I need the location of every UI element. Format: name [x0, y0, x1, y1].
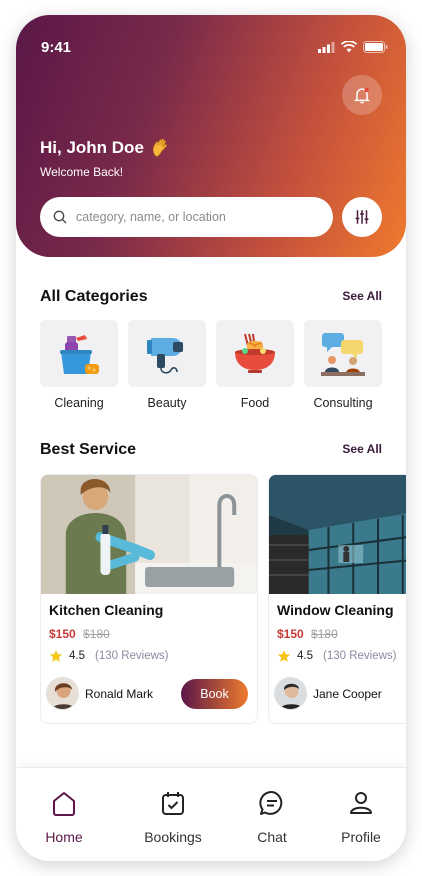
search-icon: [53, 210, 67, 224]
welcome-text: Welcome Back!: [40, 165, 124, 179]
old-price: $180: [83, 627, 110, 641]
best-service-title: Best Service: [40, 441, 137, 458]
category-label: Food: [240, 396, 270, 410]
service-title: Kitchen Cleaning: [49, 602, 164, 618]
provider: Ronald Mark: [46, 677, 153, 710]
filter-button[interactable]: [342, 197, 382, 237]
waving-hand-icon: [152, 138, 167, 157]
category-cleaning[interactable]: Cleaning: [40, 320, 118, 410]
old-price: $180: [311, 627, 338, 641]
cleaning-bucket-icon: [60, 334, 99, 374]
category-label: Beauty: [147, 396, 187, 410]
star-icon: [49, 650, 63, 662]
review-count: (130 Reviews): [95, 650, 169, 662]
search-bar[interactable]: [40, 197, 333, 237]
provider-name: Jane Cooper: [313, 686, 382, 701]
service-price: $150 $180: [277, 627, 338, 641]
nav-chat[interactable]: Chat: [227, 788, 317, 845]
star-icon: [277, 650, 291, 662]
category-food[interactable]: Food: [216, 320, 294, 410]
consulting-chat-icon: [321, 332, 365, 376]
greeting-text: Hi, John Doe: [40, 138, 144, 157]
service-price: $150 $180: [49, 627, 110, 641]
review-count: (130 Reviews): [323, 650, 397, 662]
search-input[interactable]: [76, 210, 316, 224]
category-beauty[interactable]: Beauty: [128, 320, 206, 410]
avatar: [274, 677, 307, 710]
phone-screen: 9:41 Hi, John Doe Welcome Back! category…: [16, 15, 406, 861]
signal-icon: [318, 41, 335, 53]
status-icons: [318, 41, 388, 53]
nav-label: Bookings: [144, 829, 202, 845]
header: 9:41 Hi, John Doe Welcome Back! category…: [16, 15, 406, 257]
filter-sliders-icon: [355, 210, 369, 224]
service-title: Window Cleaning: [277, 602, 394, 618]
current-price: $150: [49, 627, 76, 641]
window-cleaning-photo: [269, 475, 406, 594]
category-consulting[interactable]: Consulting: [304, 320, 382, 410]
service-rating: 4.5 (130 Reviews): [277, 649, 397, 663]
wifi-icon: [341, 41, 357, 53]
service-card-kitchen-cleaning[interactable]: Kitchen Cleaning $150 $180 4.5 (130 Revi…: [40, 474, 258, 724]
user-icon: [350, 792, 372, 814]
category-label: Cleaning: [54, 396, 104, 410]
notification-button[interactable]: [342, 75, 382, 115]
battery-icon: [363, 41, 388, 53]
hair-dryer-icon: [147, 337, 183, 374]
bell-icon: [353, 87, 371, 104]
provider-name: Ronald Mark: [85, 686, 154, 701]
categories-title: All Categories: [40, 288, 148, 305]
nav-home[interactable]: Home: [19, 788, 109, 845]
rating-value: 4.5: [69, 650, 85, 662]
nav-bookings[interactable]: Bookings: [128, 788, 218, 845]
services-see-all-link[interactable]: See All: [342, 442, 382, 456]
provider: Jane Cooper: [274, 677, 382, 710]
chat-bubble-icon: [259, 791, 283, 815]
noodle-bowl-icon: [235, 333, 275, 373]
current-price: $150: [277, 627, 304, 641]
avatar: [46, 677, 79, 710]
home-icon: [53, 792, 75, 816]
nav-label: Profile: [341, 829, 381, 845]
kitchen-cleaning-photo: [41, 475, 257, 594]
nav-label: Chat: [257, 829, 287, 845]
book-button[interactable]: Book: [181, 679, 248, 709]
categories-see-all-link[interactable]: See All: [342, 289, 382, 303]
rating-value: 4.5: [297, 650, 313, 662]
category-label: Consulting: [313, 396, 373, 410]
service-card-window-cleaning[interactable]: Window Cleaning $150 $180 4.5 (130 Revie…: [268, 474, 406, 724]
nav-profile[interactable]: Profile: [316, 788, 406, 845]
greeting: Hi, John Doe: [40, 137, 172, 159]
bottom-nav: Home Bookings Chat Profile: [16, 767, 406, 861]
service-rating: 4.5 (130 Reviews): [49, 649, 169, 663]
nav-label: Home: [45, 829, 83, 845]
status-time: 9:41: [41, 39, 72, 56]
calendar-check-icon: [162, 792, 184, 815]
